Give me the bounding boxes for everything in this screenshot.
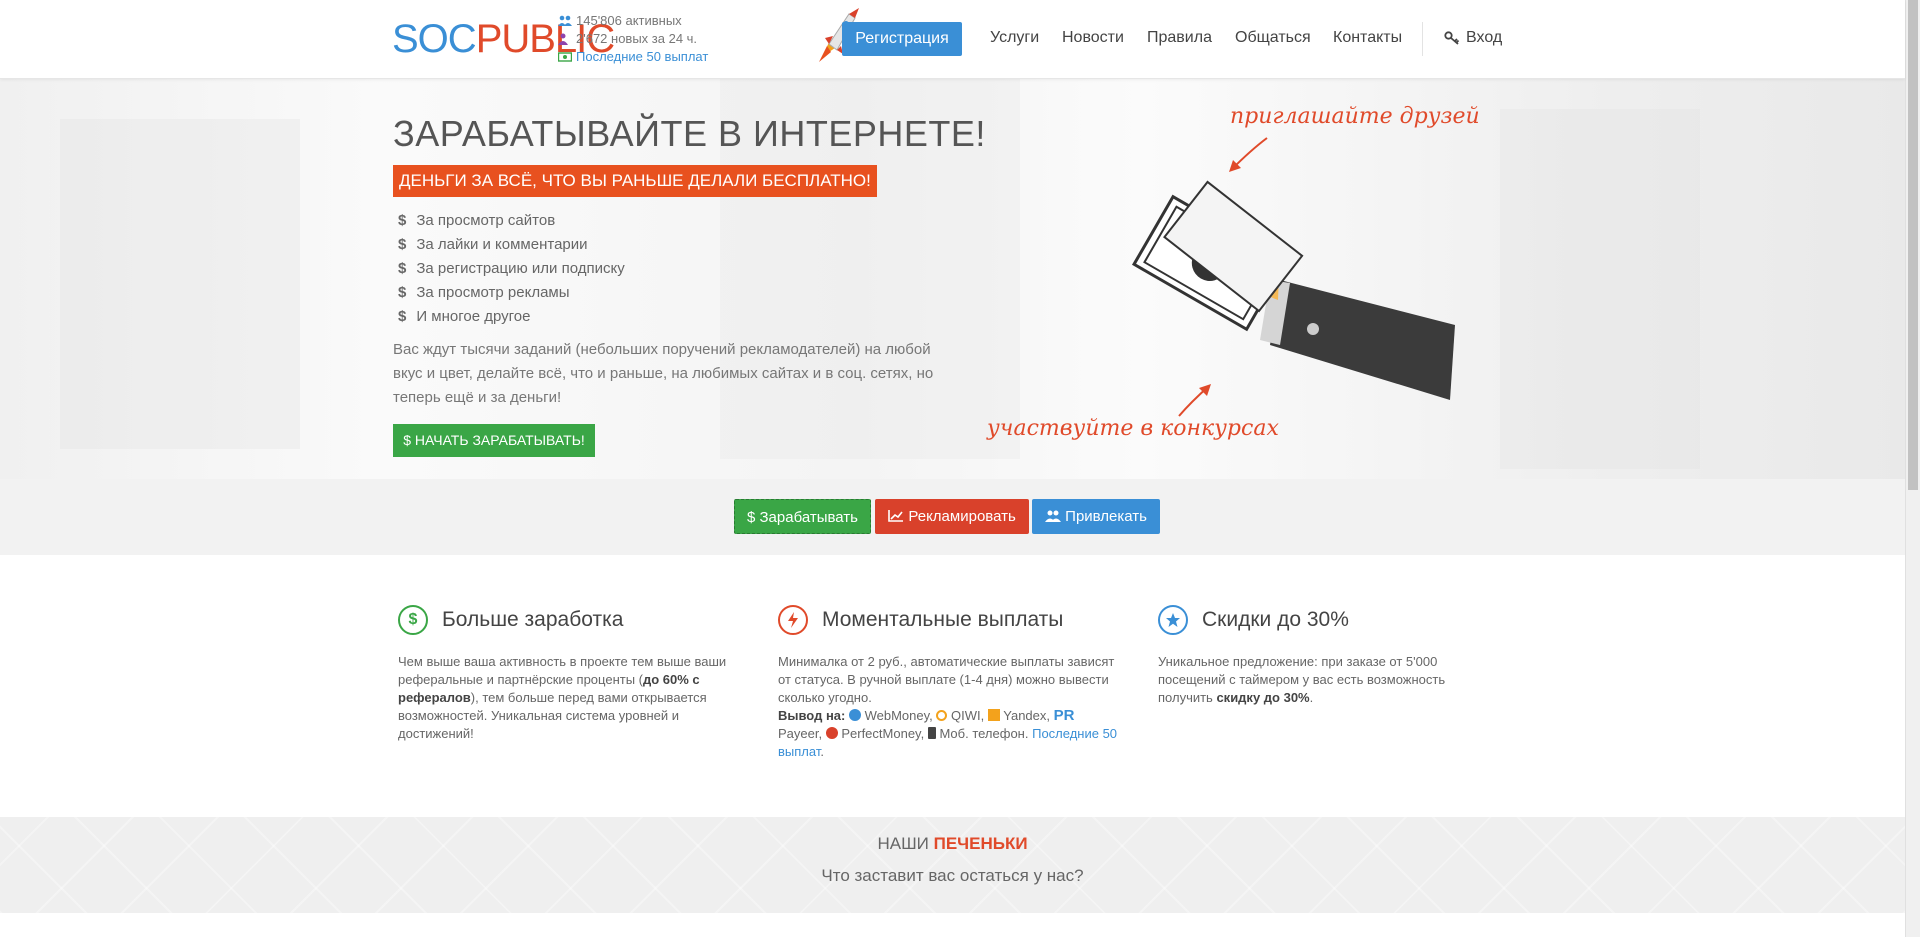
cookies-section — [0, 817, 1905, 913]
phone-icon — [927, 727, 936, 739]
money-hand-illustration — [1131, 180, 1455, 400]
site-header: SOCPUBLIC 145'806 активных 2'672 новых з… — [0, 0, 1905, 79]
lightning-icon — [778, 605, 808, 635]
dollar-icon: $ — [398, 260, 407, 277]
active-count: 145'806 активных — [576, 13, 682, 28]
feature-title: Больше заработка — [442, 608, 624, 631]
payeer-icon: PR — [1053, 707, 1075, 724]
feature-more-earnings: $ Больше заработка Чем выше ваша активно… — [398, 605, 748, 743]
key-icon — [1444, 31, 1460, 45]
nav-services[interactable]: Услуги — [990, 29, 1039, 47]
dollar-icon: $ — [398, 236, 407, 253]
nav-divider — [1422, 22, 1423, 56]
list-item: $ И многое другое — [398, 305, 625, 329]
cookies-subtitle: Что заставит вас остаться у нас? — [821, 866, 1084, 885]
feature-text: Уникальное предложение: при заказе от 5'… — [1158, 654, 1446, 705]
list-item-text: За просмотр сайтов — [416, 212, 556, 229]
feature-text: Минималка от 2 руб., автоматические выпл… — [778, 654, 1118, 759]
qiwi-icon — [936, 710, 948, 721]
hero-banner: ДЕНЬГИ ЗА ВСЁ, ЧТО ВЫ РАНЬШЕ ДЕЛАЛИ БЕСП… — [393, 165, 877, 197]
bg-window — [60, 119, 300, 449]
chart-icon — [888, 510, 904, 522]
login-label: Вход — [1466, 29, 1503, 46]
feature-title: Моментальные выплаты — [822, 608, 1064, 631]
arrow-icon — [1229, 137, 1268, 172]
user-icon — [558, 33, 568, 45]
hero-description: Вас ждут тысячи заданий (небольших поруч… — [393, 341, 934, 406]
list-item-text: И многое другое — [416, 308, 531, 325]
list-item: $ За лайки и комментарии — [398, 233, 625, 257]
yandex-icon — [987, 709, 1000, 721]
dollar-icon: $ — [398, 212, 407, 229]
start-earning-button[interactable]: $ НАЧАТЬ ЗАРАБАТЫВАТЬ! — [393, 424, 595, 457]
nav-rules[interactable]: Правила — [1147, 29, 1212, 47]
tab-advertise-label: Рекламировать — [908, 508, 1016, 525]
cookies-title: НАШИ ПЕЧЕНЬКИ — [877, 834, 1028, 853]
feature-text: Чем выше ваша активность в проекте тем в… — [398, 654, 727, 741]
nav-chat[interactable]: Общаться — [1235, 29, 1311, 47]
contests-text: участвуйте в конкурсах — [987, 416, 1279, 441]
login-link[interactable]: Вход — [1444, 29, 1502, 47]
new-count: 2'672 новых за 24 ч. — [576, 31, 698, 46]
dollar-icon: $ — [398, 308, 407, 325]
nav-news[interactable]: Новости — [1062, 29, 1124, 47]
active-users-stat: 145'806 активных — [558, 12, 708, 30]
payouts-stat[interactable]: Последние 50 выплат — [558, 48, 708, 66]
star-icon — [1158, 605, 1188, 635]
perfectmoney-icon — [825, 727, 838, 739]
webmoney-icon — [848, 709, 861, 721]
feature-title: Скидки до 30% — [1202, 608, 1349, 631]
tab-earn[interactable]: $ Зарабатывать — [734, 499, 871, 534]
dollar-icon: $ — [398, 605, 428, 635]
users-icon — [558, 15, 572, 26]
invite-friends-text: приглашайте друзей — [1230, 104, 1480, 129]
list-item: $ За просмотр сайтов — [398, 209, 625, 233]
list-item-text: За просмотр рекламы — [416, 284, 570, 301]
tab-advertise[interactable]: Рекламировать — [875, 499, 1029, 534]
register-button[interactable]: Регистрация — [842, 22, 962, 56]
money-icon — [558, 52, 572, 62]
payout-label: Вывод на: — [778, 708, 846, 723]
payouts-link[interactable]: Последние 50 выплат — [576, 48, 708, 66]
list-item: $ За регистрацию или подписку — [398, 257, 625, 281]
new-users-stat: 2'672 новых за 24 ч. — [558, 30, 708, 48]
hero-title: ЗАРАБАТЫВАЙТЕ В ИНТЕРНЕТЕ! — [393, 113, 986, 154]
logo-soc: SOC — [392, 17, 477, 61]
site-stats: 145'806 активных 2'672 новых за 24 ч. По… — [558, 12, 708, 66]
list-item-text: За регистрацию или подписку — [416, 260, 625, 277]
list-item-text: За лайки и комментарии — [416, 236, 588, 253]
feature-discounts: Скидки до 30% Уникальное предложение: пр… — [1158, 605, 1478, 707]
list-item: $ За просмотр рекламы — [398, 281, 625, 305]
nav-contacts[interactable]: Контакты — [1333, 29, 1402, 47]
tab-attract-label: Привлекать — [1065, 508, 1147, 525]
hero-feature-list: $ За просмотр сайтов $ За лайки и коммента… — [398, 209, 625, 329]
feature-instant-payouts: Моментальные выплаты Минималка от 2 руб.… — [778, 605, 1128, 761]
dollar-icon: $ — [398, 284, 407, 301]
bg-window — [1500, 109, 1700, 469]
tab-attract[interactable]: Привлекать — [1032, 499, 1160, 534]
scrollbar-thumb[interactable] — [1908, 0, 1918, 490]
users-icon — [1045, 510, 1061, 522]
